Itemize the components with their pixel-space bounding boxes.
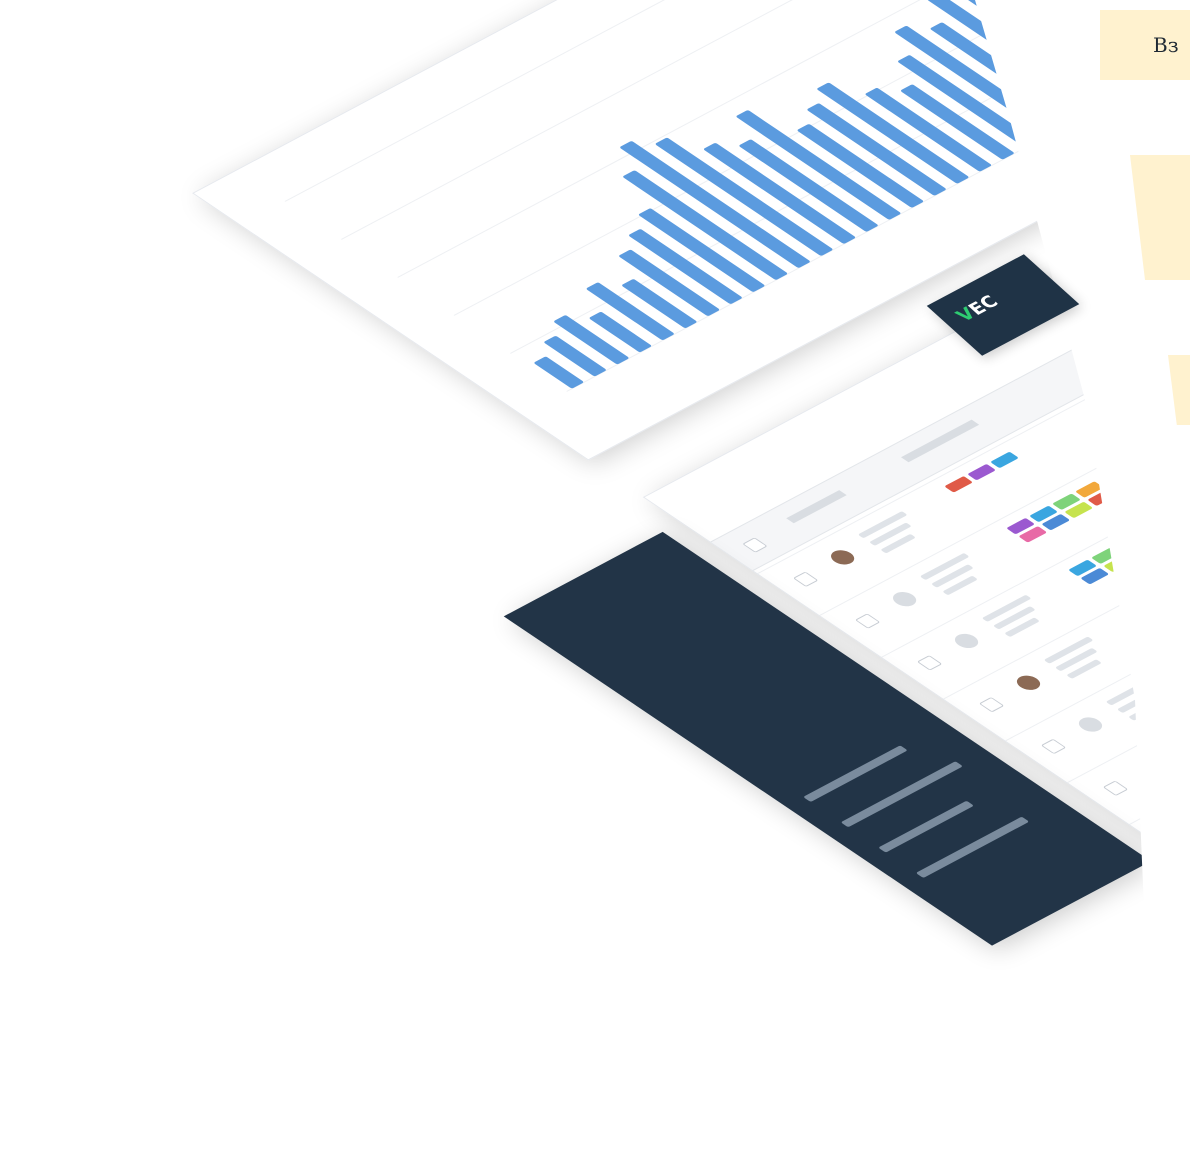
- row-checkbox[interactable]: [792, 571, 819, 587]
- row-checkbox[interactable]: [1040, 738, 1067, 755]
- chart-bar: [703, 143, 856, 244]
- select-all-checkbox[interactable]: [742, 537, 768, 553]
- header-cell[interactable]: [786, 490, 847, 524]
- avatar: [888, 589, 921, 610]
- scene: VEC Вз: [0, 0, 1190, 1162]
- avatar: [826, 547, 860, 568]
- avatar: [1012, 672, 1045, 693]
- header-cell[interactable]: [901, 419, 980, 463]
- role-tag: [990, 451, 1019, 469]
- avatar: [950, 631, 983, 651]
- brand-logo-text: VEC: [952, 292, 1003, 325]
- row-checkbox[interactable]: [916, 655, 943, 671]
- avatar: [1074, 714, 1107, 735]
- role-tag: [944, 476, 974, 493]
- chart-bar: [620, 141, 810, 268]
- sidebar-item[interactable]: [878, 800, 975, 853]
- role-tag: [967, 463, 996, 481]
- row-checkbox[interactable]: [1102, 780, 1129, 796]
- chart-bar: [817, 82, 969, 184]
- promo-heading: Вз: [1153, 33, 1179, 57]
- row-checkbox[interactable]: [978, 696, 1005, 713]
- chart-bar: [622, 279, 697, 328]
- chart-bar: [554, 315, 629, 365]
- row-checkbox[interactable]: [854, 613, 881, 629]
